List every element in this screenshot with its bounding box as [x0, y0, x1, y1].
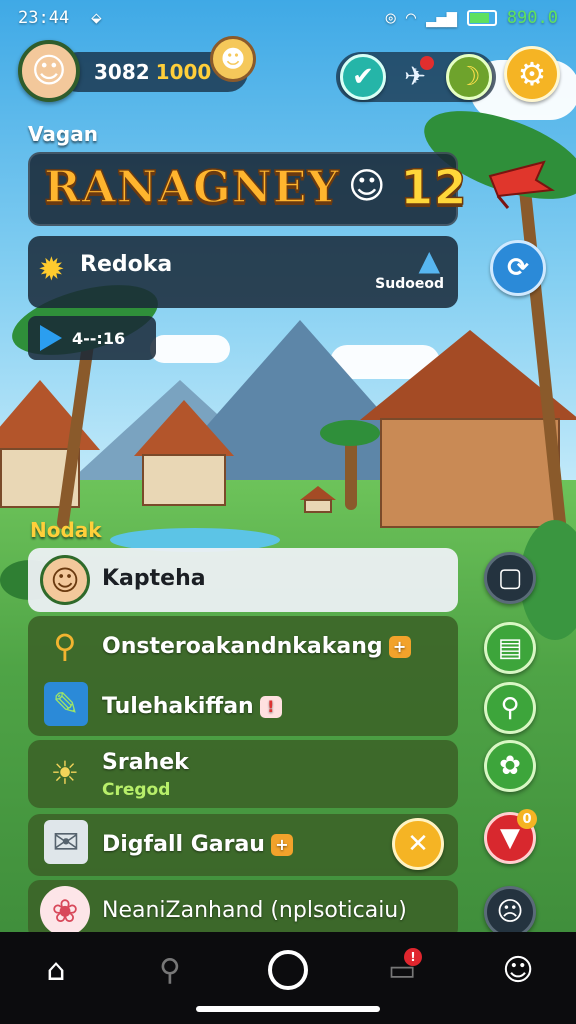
- level-banner[interactable]: RANAGNEY ☺ 12: [28, 152, 468, 226]
- notification-badge: !: [404, 948, 422, 966]
- settings-button[interactable]: ⚙: [504, 46, 560, 102]
- menu-item-sublabel: Cregod: [102, 780, 171, 800]
- tools-icon: ✕: [407, 829, 429, 859]
- menu-item[interactable]: ☺ Kapteha: [28, 548, 458, 612]
- gift-icon: ▼: [500, 823, 520, 853]
- circle-icon: [268, 950, 308, 990]
- signal-icon: ▂▄▆: [426, 8, 457, 28]
- event-card-label: Redoka: [80, 252, 173, 277]
- checkmark-icon: ✔: [352, 62, 374, 92]
- menu-item-label: Srahek: [102, 750, 189, 775]
- profile-currency-bar[interactable]: ☺ 3082 1000 ☻: [18, 36, 256, 102]
- nav-profile[interactable]: ☺: [486, 946, 550, 994]
- alarm-icon: ◎: [385, 8, 396, 28]
- palm-tree: [345, 440, 357, 510]
- red-flag-icon[interactable]: [484, 156, 556, 212]
- nav-search[interactable]: ⚲: [138, 946, 202, 994]
- section-label-top: Vagan: [28, 122, 98, 146]
- home-indicator[interactable]: [196, 1006, 380, 1012]
- gift-badge: 0: [517, 809, 537, 829]
- side-action-button[interactable]: ▤: [484, 622, 536, 674]
- message-icon: ☹: [496, 897, 524, 927]
- rose-icon: ❀: [40, 886, 90, 936]
- player-avatar[interactable]: ☺: [18, 40, 80, 102]
- play-icon: [40, 325, 62, 351]
- video-chip-label: 4--:16: [72, 328, 126, 348]
- side-action-button[interactable]: ▢: [484, 552, 536, 604]
- event-card[interactable]: ✹ Redoka ▲ Sudoeod: [28, 236, 458, 308]
- alert-badge: !: [259, 696, 282, 718]
- search-icon: ⚲: [159, 952, 181, 988]
- child-sun-icon: ☀: [50, 754, 80, 792]
- section-label-list: Nodak: [30, 518, 102, 542]
- pencil-icon: ✎: [44, 682, 88, 726]
- banana-button[interactable]: ☽: [446, 54, 492, 100]
- status-bar: 23:44 ⬙ ◎ ◠ ▂▄▆ 890.0: [0, 0, 576, 36]
- boy-avatar-icon: ☺: [40, 555, 90, 605]
- wifi-icon: ◠: [405, 8, 417, 28]
- menu-item-label: Digfall Garau +: [102, 832, 293, 857]
- square-icon: ▢: [497, 563, 523, 593]
- home-icon: ⌂: [46, 952, 66, 988]
- refresh-icon: ⟳: [507, 253, 529, 283]
- menu-item[interactable]: ❀ NeaniZanhand (nplsoticaiu): [28, 880, 458, 940]
- nav-home[interactable]: ⌂: [24, 946, 88, 994]
- currency-value: 3082: [94, 60, 150, 84]
- plane-button[interactable]: ✈: [392, 54, 438, 100]
- side-action-button[interactable]: ⚲: [484, 682, 536, 734]
- palm-leaves: [320, 420, 380, 446]
- nav-notifications[interactable]: ▭ !: [370, 946, 434, 994]
- battery-fill: [469, 13, 489, 23]
- panel-icon: ▤: [497, 633, 523, 663]
- gift-button[interactable]: ▼ 0: [484, 809, 537, 864]
- torch-icon: ⚲: [53, 627, 77, 665]
- chat-icon: ✿: [499, 751, 521, 781]
- search-icon: ⚲: [500, 693, 520, 723]
- mascot-icon: ☺: [348, 166, 386, 207]
- notification-icon: ⬙: [91, 8, 102, 28]
- plus-badge: +: [388, 636, 411, 658]
- currency-secondary: 1000: [155, 60, 212, 84]
- plane-alert-dot: [420, 56, 434, 70]
- banana-icon: ☽: [457, 62, 481, 92]
- hut: [300, 486, 336, 514]
- level-number: 12: [399, 159, 467, 217]
- coin-mascot-icon: ☻: [210, 36, 256, 82]
- battery-icon: [466, 10, 497, 26]
- house-center: [134, 400, 234, 510]
- plus-badge: +: [270, 834, 293, 856]
- event-card-side-label: Sudoeod: [375, 276, 444, 292]
- menu-item[interactable]: ✉ Digfall Garau + ✕: [28, 814, 458, 876]
- tools-button[interactable]: ✕: [392, 818, 444, 870]
- document-icon: ✉: [44, 820, 88, 864]
- menu-item[interactable]: ⚲ Onsteroakandnkakang +: [28, 616, 458, 676]
- side-action-button[interactable]: ✿: [484, 740, 536, 792]
- smiley-icon: ☺: [502, 952, 534, 988]
- sun-icon: ✹: [38, 250, 65, 288]
- menu-item[interactable]: ✎ Tulehakiffan!: [28, 678, 458, 736]
- shoe-icon: ▲: [418, 244, 440, 277]
- menu-item-label: Onsteroakandnkakang +: [102, 634, 411, 659]
- refresh-button[interactable]: ⟳: [490, 240, 546, 296]
- video-reward-chip[interactable]: 4--:16: [28, 316, 156, 360]
- menu-item-label: NeaniZanhand (nplsoticaiu): [102, 898, 407, 923]
- menu-item-label: Kapteha: [102, 566, 206, 591]
- battery-text: 890.0: [506, 8, 558, 28]
- checkmark-button[interactable]: ✔: [340, 54, 386, 100]
- nav-center[interactable]: [256, 946, 320, 994]
- side-action-button[interactable]: ☹: [484, 886, 536, 938]
- level-title: RANAGNEY: [43, 161, 340, 214]
- menu-item[interactable]: ☀ Srahek Cregod: [28, 740, 458, 808]
- clock: 23:44: [18, 8, 70, 28]
- menu-item-label: Tulehakiffan!: [102, 694, 282, 719]
- gear-icon: ⚙: [517, 55, 547, 93]
